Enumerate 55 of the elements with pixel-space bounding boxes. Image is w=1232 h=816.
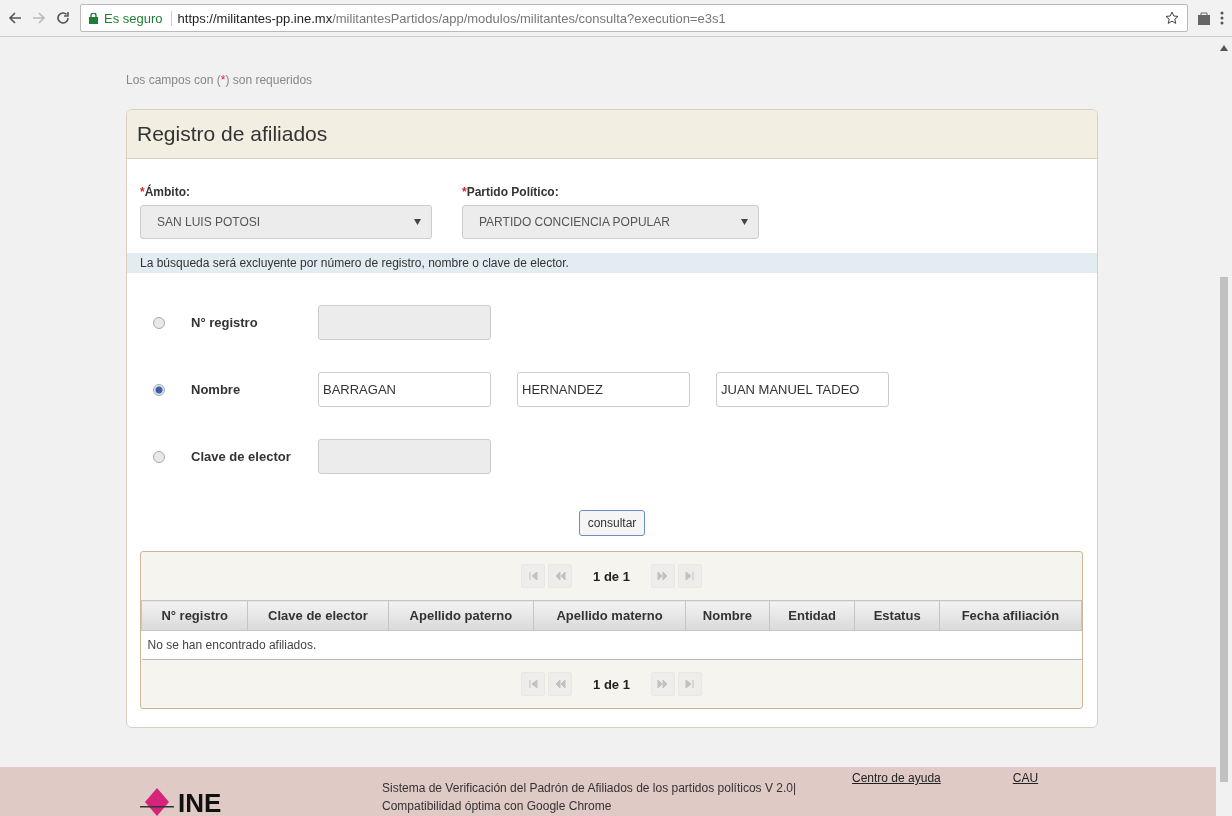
page-counter: 1 de 1: [593, 568, 630, 584]
prev-page-icon: [554, 678, 567, 690]
radio-button[interactable]: [153, 383, 165, 396]
reload-icon[interactable]: [56, 11, 70, 25]
column-header[interactable]: Nombre: [685, 600, 770, 631]
dropdown-caret-icon: [741, 219, 748, 225]
radio-button[interactable]: [153, 316, 165, 329]
option-label: Nombre: [191, 382, 242, 397]
column-header[interactable]: Apellido paterno: [388, 600, 534, 631]
first-page-icon: [527, 678, 540, 690]
column-header[interactable]: Entidad: [769, 600, 855, 631]
menu-icon[interactable]: [1220, 11, 1224, 25]
field-label: *Partido Político:: [462, 185, 560, 199]
field-label: *Ámbito:: [140, 185, 191, 199]
empty-message: No se han encontrado afiliados.: [141, 630, 1082, 660]
next-page-icon: [656, 570, 669, 582]
required-fields-note: Los campos con (*) son requeridos: [126, 73, 314, 87]
lock-icon: [89, 12, 98, 24]
footer-text: Compatibilidad óptima con Google Chrome: [382, 798, 613, 815]
forward-icon[interactable]: [32, 11, 46, 25]
panel-title: Registro de afiliados: [127, 110, 1097, 159]
logo-text: INE: [178, 790, 222, 816]
dropdown-caret-icon: [414, 219, 421, 225]
column-header[interactable]: Fecha afiliación: [939, 600, 1082, 631]
next-page-icon: [656, 678, 669, 690]
logo-mark-icon: [140, 786, 174, 816]
input-field[interactable]: JUAN MANUEL TADEO: [716, 372, 889, 407]
back-icon[interactable]: [8, 11, 22, 25]
footer-link[interactable]: CAU: [1012, 771, 1039, 816]
input-field[interactable]: BARRAGAN: [318, 372, 491, 407]
info-banner: La búsqueda será excluyente por número de registro, nombre o clave de elector.: [127, 253, 1097, 273]
last-page-icon: [683, 678, 696, 690]
option-label: N° registro: [191, 315, 259, 330]
url-text: https://militantes-pp.ine.mx/militantesPartidos/app/modulos/militantes/consulta?execution=e3s1: [177, 10, 727, 26]
page-counter: 1 de 1: [593, 676, 630, 692]
shopping-bag-icon[interactable]: [1198, 11, 1210, 25]
radio-button[interactable]: [153, 450, 165, 463]
address-bar[interactable]: Es seguro https://militantes-pp.ine.mx/militantesPartidos/app/modulos/militantes/consulta?execution=e3s1: [80, 4, 1188, 32]
column-header[interactable]: Apellido materno: [533, 600, 686, 631]
prev-page-icon: [554, 570, 567, 582]
column-header[interactable]: Clave de elector: [247, 600, 389, 631]
dropdown-select[interactable]: SAN LUIS POTOSI: [140, 205, 432, 239]
scroll-up-icon[interactable]: [1220, 45, 1228, 51]
footer-link[interactable]: Centro de ayuda: [852, 771, 941, 816]
consult-button[interactable]: consultar: [578, 510, 646, 536]
dropdown-select[interactable]: PARTIDO CONCIENCIA POPULAR: [462, 205, 759, 239]
column-header[interactable]: N° registro: [141, 600, 248, 631]
input-field[interactable]: HERNANDEZ: [517, 372, 690, 407]
bookmark-star-icon[interactable]: [1165, 11, 1179, 25]
first-page-icon: [527, 570, 540, 582]
footer-text: Sistema de Verificación del Padrón de Afiliados de los partidos políticos V 2.0|: [382, 780, 798, 797]
last-page-icon: [683, 570, 696, 582]
security-label: Es seguro: [104, 10, 172, 26]
column-header[interactable]: Estatus: [854, 600, 940, 631]
option-label: Clave de elector: [191, 449, 292, 464]
